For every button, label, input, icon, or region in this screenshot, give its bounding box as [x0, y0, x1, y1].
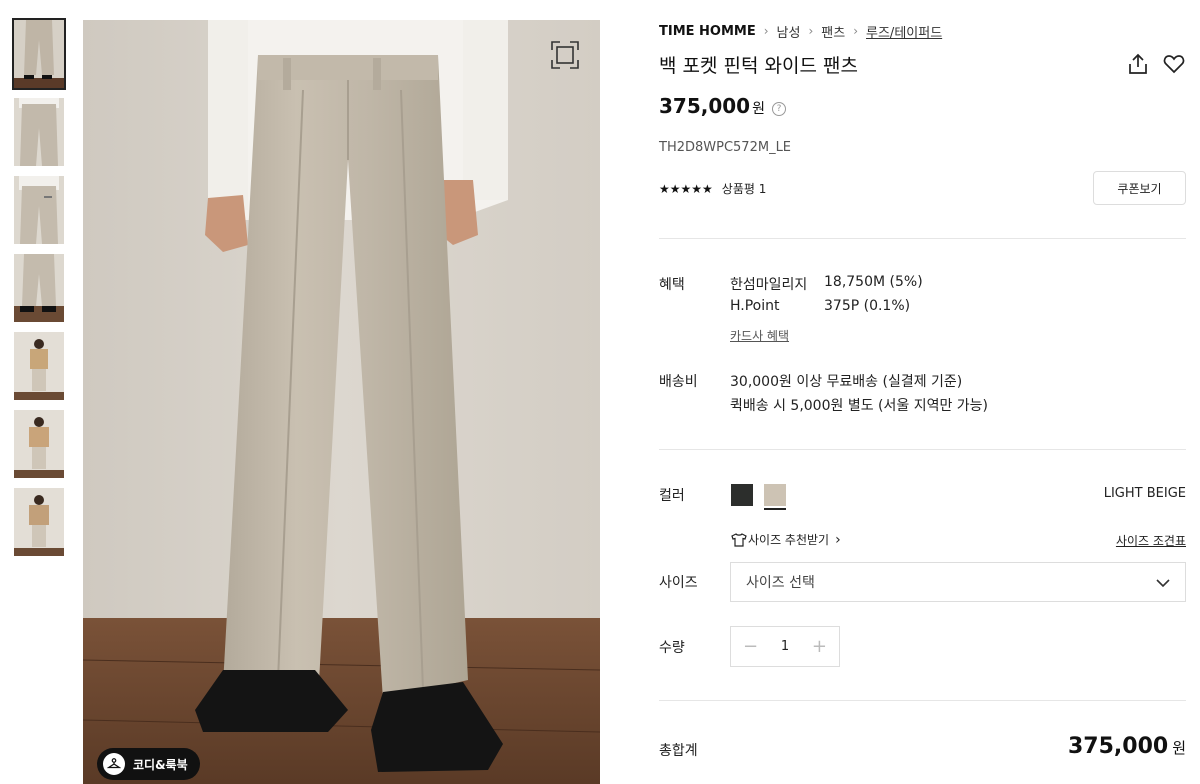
share-icon[interactable] — [1126, 52, 1150, 76]
hpoint-value: 375P (0.1%) — [824, 298, 911, 314]
divider — [659, 700, 1186, 701]
thumbnail-3[interactable] — [14, 176, 64, 244]
total-price: 375,000 원 — [1068, 734, 1186, 759]
size-select-placeholder: 사이즈 선택 — [746, 575, 815, 591]
hanger-icon — [103, 753, 125, 775]
product-code: TH2D8WPC572M_LE — [659, 140, 792, 155]
question-icon[interactable]: ? — [771, 102, 786, 116]
product-title: 백 포켓 핀턱 와이드 팬츠 — [659, 55, 858, 77]
price-currency: 원 — [752, 101, 765, 117]
breadcrumb-pants[interactable]: 팬츠 — [821, 22, 845, 41]
total-price-currency: 원 — [1172, 739, 1186, 757]
coordi-lookbook-button[interactable]: 코디&룩북 — [97, 748, 200, 780]
quantity-label: 수량 — [659, 640, 685, 656]
benefits-label: 혜택 — [659, 277, 685, 293]
card-benefit-link[interactable]: 카드사 혜택 — [730, 327, 789, 344]
divider — [659, 238, 1186, 239]
breadcrumb-brand[interactable]: TIME HOMME — [659, 24, 756, 39]
mileage-name: 한섬마일리지 — [730, 277, 808, 293]
plus-button[interactable]: + — [812, 636, 827, 657]
color-swatch-dark[interactable] — [731, 484, 753, 506]
total-price-value: 375,000 — [1067, 734, 1169, 759]
color-swatch-light-beige[interactable] — [764, 484, 786, 510]
breadcrumb-men[interactable]: 남성 — [777, 22, 801, 41]
thumbnail-7[interactable] — [14, 488, 64, 556]
hpoint-name: H.Point — [730, 298, 780, 314]
title-actions — [1126, 52, 1186, 76]
price-value: 375,000 — [659, 94, 751, 118]
chevron-right-icon: › — [763, 24, 769, 38]
quantity-stepper: − 1 + — [730, 626, 840, 667]
product-info-panel: TIME HOMME › 남성 › 팬츠 › 루즈/테이퍼드 백 포켓 핀턱 와… — [659, 20, 1186, 759]
size-recommend-link[interactable]: 사이즈 추천받기 › — [731, 531, 841, 548]
breadcrumb: TIME HOMME › 남성 › 팬츠 › 루즈/테이퍼드 — [659, 20, 1186, 42]
shipping-line-2: 퀵배송 시 5,000원 별도 (서울 지역만 가능) — [730, 398, 989, 414]
size-recommend-label: 사이즈 추천받기 — [748, 533, 830, 547]
color-label: 컬러 — [659, 488, 685, 504]
minus-button[interactable]: − — [743, 636, 758, 657]
chevron-right-icon: › — [853, 24, 859, 38]
star-rating-icon: ★★★★★ — [659, 181, 713, 196]
thumbnail-5[interactable] — [14, 332, 64, 400]
size-label: 사이즈 — [659, 575, 698, 591]
expand-icon[interactable] — [550, 40, 580, 70]
breadcrumb-current[interactable]: 루즈/테이퍼드 — [866, 22, 942, 41]
quantity-value[interactable]: 1 — [781, 639, 789, 654]
rating[interactable]: ★★★★★ 상품평 1 — [659, 180, 766, 197]
thumbnail-6[interactable] — [14, 410, 64, 478]
main-product-image: 코디&룩북 — [83, 20, 600, 784]
product-photo — [83, 20, 600, 784]
coupon-button[interactable]: 쿠폰보기 — [1093, 171, 1186, 205]
shipping-label: 배송비 — [659, 374, 698, 390]
chevron-down-icon — [1155, 575, 1171, 591]
divider — [659, 449, 1186, 450]
product-price: 375,000 원 ? — [659, 94, 786, 118]
heart-icon[interactable] — [1162, 52, 1186, 76]
thumbnail-4[interactable] — [14, 254, 64, 322]
shirt-icon — [731, 532, 747, 547]
selected-color-name: LIGHT BEIGE — [1103, 486, 1186, 501]
chevron-right-icon: › — [835, 531, 841, 548]
coordi-lookbook-label: 코디&룩북 — [133, 757, 188, 772]
thumbnail-2[interactable] — [14, 98, 64, 166]
chevron-right-icon: › — [808, 24, 814, 38]
size-chart-link[interactable]: 사이즈 조견표 — [1116, 532, 1186, 549]
size-select[interactable]: 사이즈 선택 — [730, 562, 1186, 602]
review-count[interactable]: 상품평 1 — [722, 180, 767, 197]
thumbnail-1[interactable] — [12, 18, 66, 90]
total-label: 총합계 — [659, 743, 698, 759]
mileage-value: 18,750M (5%) — [824, 274, 923, 290]
shipping-line-1: 30,000원 이상 무료배송 (실결제 기준) — [730, 374, 963, 390]
